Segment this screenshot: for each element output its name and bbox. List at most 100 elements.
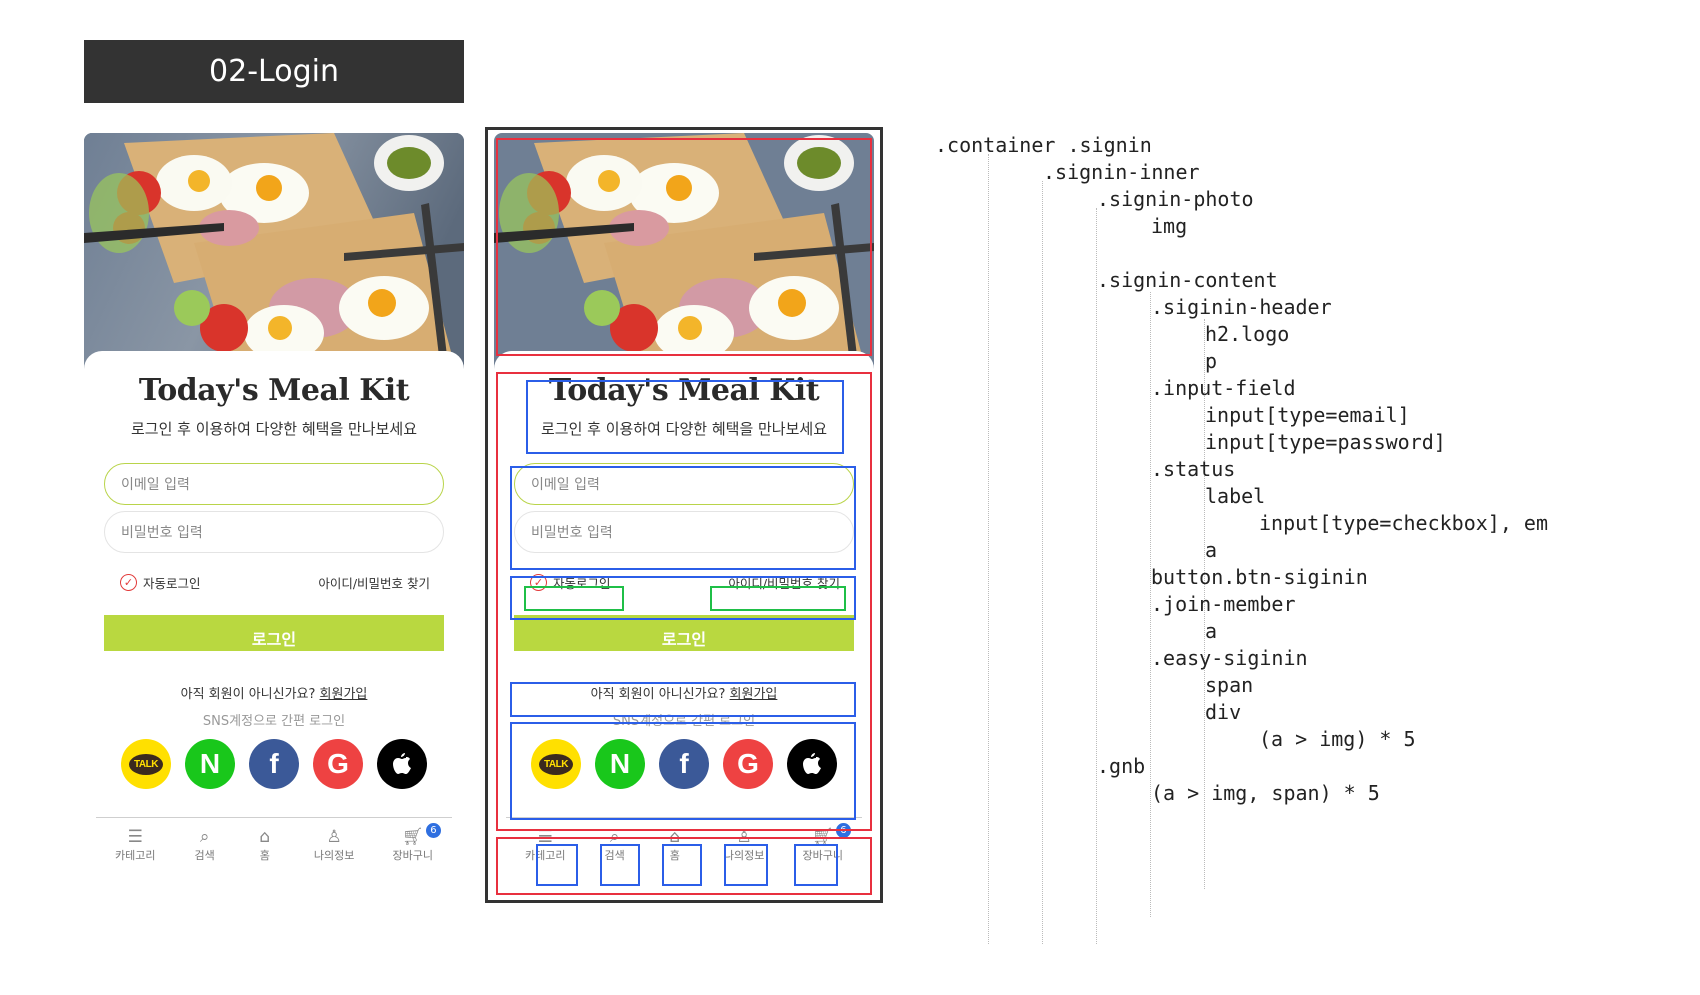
google-label: G	[737, 748, 759, 779]
gnb-label: 검색	[604, 849, 625, 862]
gnb-label: 홈	[259, 849, 270, 862]
tree-line: button.btn-siginin	[1151, 565, 1368, 589]
menu-icon: ☰	[537, 827, 553, 847]
page-title: 02-Login	[209, 54, 339, 89]
gnb-item-home[interactable]: ⌂ 홈	[664, 827, 686, 863]
apple-login-icon[interactable]	[787, 739, 837, 789]
tree-line: .signin-inner	[1043, 160, 1200, 184]
gnb-item-search[interactable]: ⌕ 검색	[604, 827, 626, 863]
gnb-label: 검색	[194, 849, 215, 862]
google-login-icon[interactable]: G	[723, 739, 773, 789]
gnb-item-search[interactable]: ⌕ 검색	[194, 827, 216, 863]
kakao-label: TALK	[539, 753, 573, 775]
sns-login-list: TALK N f G	[84, 739, 464, 789]
password-placeholder: 비밀번호 입력	[531, 525, 613, 541]
kakao-login-icon[interactable]: TALK	[121, 739, 171, 789]
tree-line: .signin-photo	[1097, 187, 1254, 211]
home-icon: ⌂	[259, 827, 271, 847]
auto-login-checkbox[interactable]: ✓ 자동로그인	[514, 573, 611, 592]
signin-subtitle: 로그인 후 이용하여 다양한 혜택을 만나보세요	[540, 420, 828, 438]
apple-icon	[803, 753, 821, 774]
facebook-label: f	[269, 748, 279, 779]
apple-login-icon[interactable]	[377, 739, 427, 789]
facebook-label: f	[679, 748, 689, 779]
tree-line: div	[1205, 700, 1242, 724]
cart-icon: 🛒︎	[401, 827, 424, 847]
gnb-item-category[interactable]: ☰ 카테고리	[115, 827, 155, 863]
search-icon: ⌕	[199, 827, 210, 847]
password-input[interactable]: 비밀번호 입력	[514, 511, 854, 553]
tree-line: (a > img, span) * 5	[1151, 781, 1380, 805]
join-link[interactable]: 회원가입	[320, 687, 368, 702]
auto-login-label: 자동로그인	[143, 576, 201, 591]
auto-login-label: 자동로그인	[553, 576, 611, 591]
google-login-icon[interactable]: G	[313, 739, 363, 789]
search-icon: ⌕	[609, 827, 620, 847]
facebook-login-icon[interactable]: f	[249, 739, 299, 789]
signin-photo	[84, 133, 464, 373]
gnb-label: 나의정보	[313, 849, 355, 862]
tree-line: h2.logo	[1205, 322, 1290, 346]
gnb-item-cart[interactable]: 🛒︎ 6 장바구니	[392, 823, 441, 863]
kakao-login-icon[interactable]: TALK	[531, 739, 581, 789]
tree-line: .status	[1151, 457, 1236, 481]
user-icon: ♙	[326, 827, 342, 847]
user-icon: ♙	[736, 827, 752, 847]
signin-content-bottom: 아직 회원이 아니신가요? 회원가입 SNS계정으로 간편 로그인 TALK N…	[84, 651, 464, 881]
gnb-label: 장바구니	[802, 849, 843, 862]
email-placeholder: 이메일 입력	[531, 477, 600, 493]
gnb-item-home[interactable]: ⌂ 홈	[254, 827, 276, 863]
join-member: 아직 회원이 아니신가요? 회원가입	[84, 683, 464, 702]
signin-content: Today's Meal Kit 로그인 후 이용하여 다양한 혜택을 만나보세…	[84, 351, 464, 661]
join-question: 아직 회원이 아니신가요?	[180, 687, 316, 702]
tree-line: .easy-siginin	[1151, 646, 1308, 670]
auto-login-checkbox[interactable]: ✓ 자동로그인	[104, 573, 201, 592]
join-question: 아직 회원이 아니신가요?	[590, 687, 726, 702]
login-screen-mockup: Today's Meal Kit 로그인 후 이용하여 다양한 혜택을 만나보세…	[84, 133, 464, 893]
gnb-item-cart[interactable]: 🛒︎ 6 장바구니	[802, 823, 851, 863]
facebook-login-icon[interactable]: f	[659, 739, 709, 789]
tree-line: input[type=email]	[1205, 403, 1410, 427]
gnb-label: 장바구니	[392, 849, 433, 862]
signin-photo	[494, 133, 874, 373]
gnb-item-myinfo[interactable]: ♙ 나의정보	[314, 827, 354, 863]
tree-line: input[type=password]	[1205, 430, 1446, 454]
naver-label: N	[199, 748, 221, 779]
kakao-label: TALK	[129, 753, 163, 775]
password-input[interactable]: 비밀번호 입력	[104, 511, 444, 553]
find-account-link[interactable]: 아이디/비밀번호 찾기	[728, 573, 854, 592]
sns-login-list: TALK N f G	[494, 739, 874, 789]
easy-login-label: SNS계정으로 간편 로그인	[202, 714, 346, 729]
meal-photo	[494, 133, 874, 373]
easy-login-label: SNS계정으로 간편 로그인	[612, 714, 756, 729]
google-label: G	[327, 748, 349, 779]
gnb-label: 카테고리	[525, 849, 566, 862]
find-account-link[interactable]: 아이디/비밀번호 찾기	[318, 573, 444, 592]
apple-icon	[393, 753, 411, 774]
logo: Today's Meal Kit	[138, 373, 410, 408]
email-input[interactable]: 이메일 입력	[104, 463, 444, 505]
tree-line: input[type=checkbox], em	[1259, 511, 1548, 535]
page-title-banner: 02-Login	[84, 40, 464, 103]
signin-content-bottom: 아직 회원이 아니신가요? 회원가입 SNS계정으로 간편 로그인 TALK N…	[494, 651, 874, 881]
tree-line: .input-field	[1151, 376, 1296, 400]
naver-login-icon[interactable]: N	[185, 739, 235, 789]
password-placeholder: 비밀번호 입력	[121, 525, 203, 541]
join-link[interactable]: 회원가입	[730, 687, 778, 702]
tree-line: a	[1205, 619, 1218, 643]
meal-photo	[84, 133, 464, 373]
naver-login-icon[interactable]: N	[595, 739, 645, 789]
gnb-label: 홈	[669, 849, 680, 862]
email-input[interactable]: 이메일 입력	[514, 463, 854, 505]
logo: Today's Meal Kit	[548, 373, 820, 408]
cart-icon: 🛒︎	[811, 827, 834, 847]
gnb-item-myinfo[interactable]: ♙ 나의정보	[724, 827, 764, 863]
gnb: ☰ 카테고리 ⌕ 검색 ⌂ 홈 ♙ 나의정보 🛒︎ 6 장바구니	[96, 823, 452, 863]
home-icon: ⌂	[669, 827, 681, 847]
gnb-item-category[interactable]: ☰ 카테고리	[525, 827, 565, 863]
tree-line: .container .signin	[935, 133, 1152, 157]
tree-line: .join-member	[1151, 592, 1296, 616]
tree-line: .siginin-header	[1151, 295, 1332, 319]
cart-badge: 6	[835, 823, 851, 838]
check-circle-icon: ✓	[530, 574, 547, 591]
